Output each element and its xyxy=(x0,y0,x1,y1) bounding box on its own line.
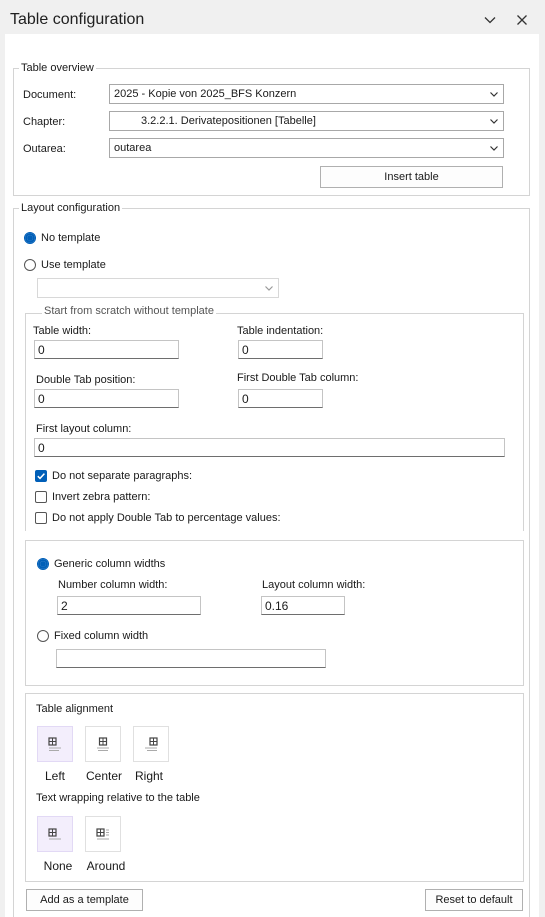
no-double-tab-pct-option[interactable]: Do not apply Double Tab to percentage va… xyxy=(35,512,281,524)
add-as-template-button[interactable]: Add as a template xyxy=(26,889,143,911)
pane-title: Table configuration xyxy=(10,11,145,28)
scratch-legend: Start from scratch without template xyxy=(42,305,216,317)
alignment-group xyxy=(25,693,524,882)
table-width-label: Table width: xyxy=(33,325,92,337)
generic-widths-radio[interactable] xyxy=(37,558,49,570)
align-right-caption: Right xyxy=(134,769,163,783)
table-indent-input[interactable]: 0 xyxy=(238,340,323,359)
double-tab-label: Double Tab position: xyxy=(36,374,136,386)
no-double-tab-pct-label: Do not apply Double Tab to percentage va… xyxy=(52,512,281,524)
layout-col-input[interactable]: 0.16 xyxy=(261,596,345,615)
outarea-value: outarea xyxy=(114,142,152,154)
invert-zebra-checkbox[interactable] xyxy=(35,491,47,503)
outarea-dropdown[interactable]: outarea xyxy=(109,138,504,158)
collapse-button[interactable] xyxy=(479,9,501,31)
align-left-icon xyxy=(48,737,61,751)
close-icon xyxy=(517,15,527,25)
number-col-label: Number column width: xyxy=(58,579,168,591)
align-center-button[interactable] xyxy=(85,726,121,762)
generic-widths-option[interactable]: Generic column widths xyxy=(37,558,165,570)
align-center-icon xyxy=(97,737,109,751)
table-alignment-title: Table alignment xyxy=(36,703,114,715)
no-template-radio[interactable] xyxy=(24,232,36,244)
table-indent-label: Table indentation: xyxy=(237,325,324,337)
wrap-none-button[interactable] xyxy=(37,816,73,852)
wrap-around-icon xyxy=(96,828,109,840)
insert-table-button[interactable]: Insert table xyxy=(320,166,503,188)
chevron-down-icon xyxy=(489,143,499,153)
template-dropdown[interactable] xyxy=(37,278,279,298)
chevron-down-icon xyxy=(489,116,499,126)
first-layout-col-label: First layout column: xyxy=(36,423,132,435)
checkmark-icon xyxy=(37,473,45,480)
table-overview-legend: Table overview xyxy=(19,62,96,74)
document-label: Document: xyxy=(23,89,77,101)
fixed-width-radio[interactable] xyxy=(37,630,49,642)
fixed-width-input[interactable] xyxy=(56,649,326,668)
wrap-none-icon xyxy=(48,828,61,840)
wrap-around-button[interactable] xyxy=(85,816,121,852)
outarea-label: Outarea: xyxy=(23,143,66,155)
double-tab-input[interactable]: 0 xyxy=(34,389,179,408)
table-width-input[interactable]: 0 xyxy=(34,340,179,359)
no-separate-label: Do not separate paragraphs: xyxy=(52,470,193,482)
first-layout-col-input[interactable]: 0 xyxy=(34,438,505,457)
chapter-value: 3.2.2.1. Derivatepositionen [Tabelle] xyxy=(141,115,316,127)
no-template-label: No template xyxy=(41,232,101,244)
first-double-col-input[interactable]: 0 xyxy=(238,389,323,408)
align-right-button[interactable] xyxy=(133,726,169,762)
document-value: 2025 - Kopie von 2025_BFS Konzern xyxy=(114,88,297,100)
wrap-around-caption: Around xyxy=(86,859,126,873)
generic-widths-label: Generic column widths xyxy=(54,558,166,570)
chevron-down-icon xyxy=(264,283,274,293)
invert-zebra-option[interactable]: Invert zebra pattern: xyxy=(35,491,150,503)
no-separate-checkbox[interactable] xyxy=(35,470,47,482)
align-right-icon xyxy=(145,737,158,751)
chevron-down-icon xyxy=(489,89,499,99)
fixed-width-label: Fixed column width xyxy=(54,630,149,642)
number-col-input[interactable]: 2 xyxy=(57,596,201,615)
use-template-radio[interactable] xyxy=(24,259,36,271)
use-template-label: Use template xyxy=(41,259,106,271)
no-separate-option[interactable]: Do not separate paragraphs: xyxy=(35,470,192,482)
layout-col-label: Layout column width: xyxy=(262,579,366,591)
layout-config-legend: Layout configuration xyxy=(19,202,123,214)
close-button[interactable] xyxy=(511,9,533,31)
chapter-label: Chapter: xyxy=(23,116,66,128)
align-left-button[interactable] xyxy=(37,726,73,762)
text-wrap-title: Text wrapping relative to the table xyxy=(36,792,200,804)
no-template-option[interactable]: No template xyxy=(24,232,100,244)
chapter-dropdown[interactable]: 3.2.2.1. Derivatepositionen [Tabelle] xyxy=(109,111,504,131)
first-double-col-label: First Double Tab column: xyxy=(237,372,359,384)
fixed-width-option[interactable]: Fixed column width xyxy=(37,630,148,642)
invert-zebra-label: Invert zebra pattern: xyxy=(52,491,151,503)
reset-to-default-button[interactable]: Reset to default xyxy=(425,889,523,911)
no-double-tab-pct-checkbox[interactable] xyxy=(35,512,47,524)
use-template-option[interactable]: Use template xyxy=(24,259,106,271)
document-dropdown[interactable]: 2025 - Kopie von 2025_BFS Konzern xyxy=(109,84,504,104)
chevron-down-icon xyxy=(484,17,496,24)
